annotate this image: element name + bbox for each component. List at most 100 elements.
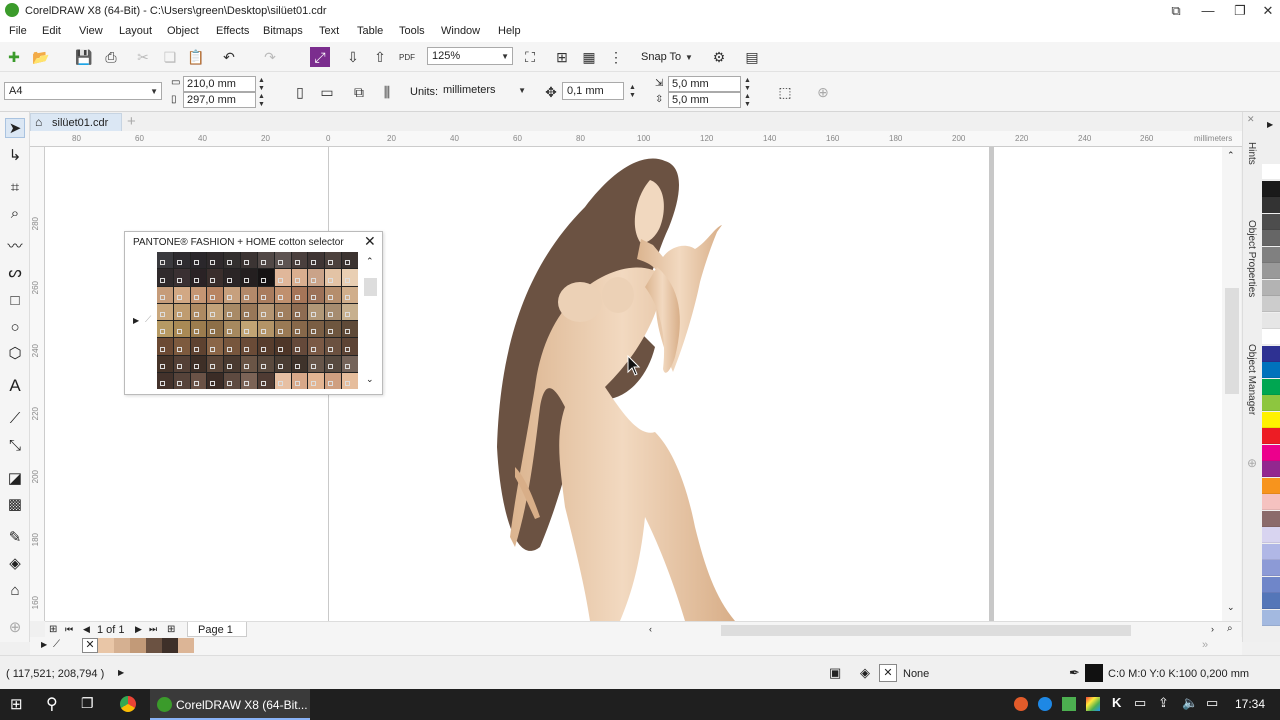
smart-fill-icon[interactable]: ⌂	[5, 580, 25, 600]
palette-swatch[interactable]	[1262, 477, 1280, 494]
pantone-swatch[interactable]	[257, 338, 274, 355]
cut-icon[interactable]: ✂	[133, 47, 153, 67]
show-rulers-icon[interactable]: ⊞	[552, 47, 572, 67]
snap-to-dropdown[interactable]: Snap To	[641, 51, 681, 63]
pantone-swatch[interactable]	[325, 303, 342, 320]
pantone-swatch[interactable]	[257, 321, 274, 338]
vertical-scrollbar[interactable]: ⌃ ⌄	[1222, 147, 1241, 621]
pantone-swatch[interactable]	[173, 321, 190, 338]
pantone-swatch[interactable]	[257, 303, 274, 320]
doc-swatch-2[interactable]	[114, 638, 130, 653]
tray-app-icon[interactable]	[1014, 697, 1028, 711]
pantone-swatch[interactable]	[241, 355, 257, 372]
rectangle-tool-icon[interactable]: □	[5, 290, 25, 310]
all-pages-icon[interactable]: ⧉	[349, 82, 369, 102]
search-icon[interactable]: ⚲	[46, 694, 58, 714]
pantone-swatch[interactable]	[274, 321, 291, 338]
pantone-swatch[interactable]	[308, 269, 325, 286]
pick-tool-icon[interactable]: ➤	[5, 118, 25, 138]
menu-view[interactable]: View	[79, 25, 103, 37]
duplicate-y-field[interactable]: 5,0 mm	[668, 92, 741, 108]
add-toolbar-item-icon[interactable]: ⊕	[813, 82, 833, 102]
pantone-swatch[interactable]	[190, 252, 207, 269]
palette-swatch[interactable]	[1262, 263, 1280, 279]
copy-icon[interactable]: ❏	[160, 47, 180, 67]
pantone-swatch[interactable]	[257, 372, 274, 389]
pantone-swatch[interactable]	[157, 252, 173, 269]
tray-app-icon[interactable]: ⇪	[1158, 695, 1169, 711]
status-menu-arrow-icon[interactable]: ▶	[118, 668, 124, 677]
pantone-swatch[interactable]	[157, 269, 173, 286]
pantone-swatch[interactable]	[157, 372, 173, 389]
pantone-swatch[interactable]	[207, 338, 224, 355]
object-properties-tab[interactable]: Object Properties	[1246, 220, 1257, 297]
palette-swatch[interactable]	[1262, 197, 1280, 213]
menu-window[interactable]: Window	[441, 25, 480, 37]
options-gear-icon[interactable]: ⚙	[709, 47, 729, 67]
publish-pdf-icon[interactable]: PDF	[397, 47, 417, 67]
palette-scroll-thumb[interactable]	[364, 278, 377, 296]
palette-swatch[interactable]	[1262, 560, 1280, 576]
palette-swatch[interactable]	[1262, 543, 1280, 560]
pantone-swatch[interactable]	[308, 286, 325, 303]
scroll-down-icon[interactable]: ⌄	[366, 374, 374, 385]
pantone-swatch[interactable]	[207, 286, 224, 303]
nudge-distance-field[interactable]: 0,1 mm	[562, 82, 624, 100]
pantone-swatch[interactable]	[308, 321, 325, 338]
pantone-swatch[interactable]	[342, 286, 358, 303]
search-content-icon[interactable]: ⤢	[310, 47, 330, 67]
pantone-swatch[interactable]	[241, 372, 257, 389]
palette-swatch[interactable]	[1262, 279, 1280, 296]
pantone-swatch[interactable]	[173, 286, 190, 303]
palette-swatch[interactable]	[1262, 461, 1280, 477]
tray-app-icon[interactable]: ▭	[1134, 695, 1146, 711]
drop-shadow-icon[interactable]: ◪	[5, 468, 25, 488]
pantone-swatch[interactable]	[308, 355, 325, 372]
pantone-swatch[interactable]	[224, 286, 241, 303]
doc-swatch-5[interactable]	[162, 638, 178, 653]
tray-app-icon[interactable]	[1062, 697, 1076, 711]
tray-app-icon[interactable]	[1086, 697, 1100, 711]
connector-tool-icon[interactable]: ⤡	[5, 435, 25, 455]
pantone-swatch[interactable]	[241, 321, 257, 338]
palette-swatch[interactable]	[1262, 230, 1280, 246]
pantone-swatch[interactable]	[173, 372, 190, 389]
pantone-swatch[interactable]	[224, 338, 241, 355]
open-folder-icon[interactable]: 📂	[31, 47, 51, 67]
color-proofing-icon[interactable]: ▣	[829, 665, 841, 681]
portrait-icon[interactable]: ▯	[290, 82, 310, 102]
doc-swatch-1[interactable]	[98, 638, 114, 653]
pantone-swatch[interactable]	[342, 321, 358, 338]
pantone-swatch[interactable]	[241, 303, 257, 320]
pantone-swatch[interactable]	[274, 269, 291, 286]
palette-swatch[interactable]	[1262, 345, 1280, 362]
fill-bucket-icon[interactable]: ◈	[860, 665, 870, 681]
pantone-swatch[interactable]	[224, 321, 241, 338]
print-icon[interactable]: ⎙	[101, 47, 121, 67]
vertical-ruler[interactable]: 280 260 240 220 200 180 160	[30, 147, 45, 621]
palette-swatch[interactable]	[1262, 378, 1280, 395]
pantone-swatch[interactable]	[274, 286, 291, 303]
width-spinner[interactable]: ▲ ▼	[258, 77, 265, 93]
outline-color-swatch[interactable]	[1085, 664, 1103, 682]
menu-edit[interactable]: Edit	[42, 25, 61, 37]
pantone-swatch[interactable]	[308, 303, 325, 320]
pantone-swatch[interactable]	[325, 355, 342, 372]
transparency-icon[interactable]: ▩	[5, 494, 25, 514]
pantone-swatch[interactable]	[190, 338, 207, 355]
zoom-tool-icon[interactable]: ⌕	[5, 203, 25, 223]
prev-page-icon[interactable]: ◀	[83, 624, 90, 635]
menu-layout[interactable]: Layout	[119, 25, 152, 37]
pantone-swatch[interactable]	[157, 355, 173, 372]
new-document-icon[interactable]: ✚	[4, 47, 24, 67]
export-icon[interactable]: ⇧	[370, 47, 390, 67]
pantone-swatch[interactable]	[224, 252, 241, 269]
palette-swatch[interactable]	[1262, 494, 1280, 510]
pantone-swatch[interactable]	[291, 286, 308, 303]
eyedropper-icon[interactable]: ⟋	[145, 314, 151, 325]
horizontal-scroll-thumb[interactable]	[721, 625, 1131, 636]
palette-swatch[interactable]	[1262, 609, 1280, 626]
scroll-left-icon[interactable]: ‹	[649, 624, 652, 634]
page-size-select[interactable]: A4 ▼	[4, 82, 162, 100]
palette-swatch[interactable]	[1262, 246, 1280, 263]
